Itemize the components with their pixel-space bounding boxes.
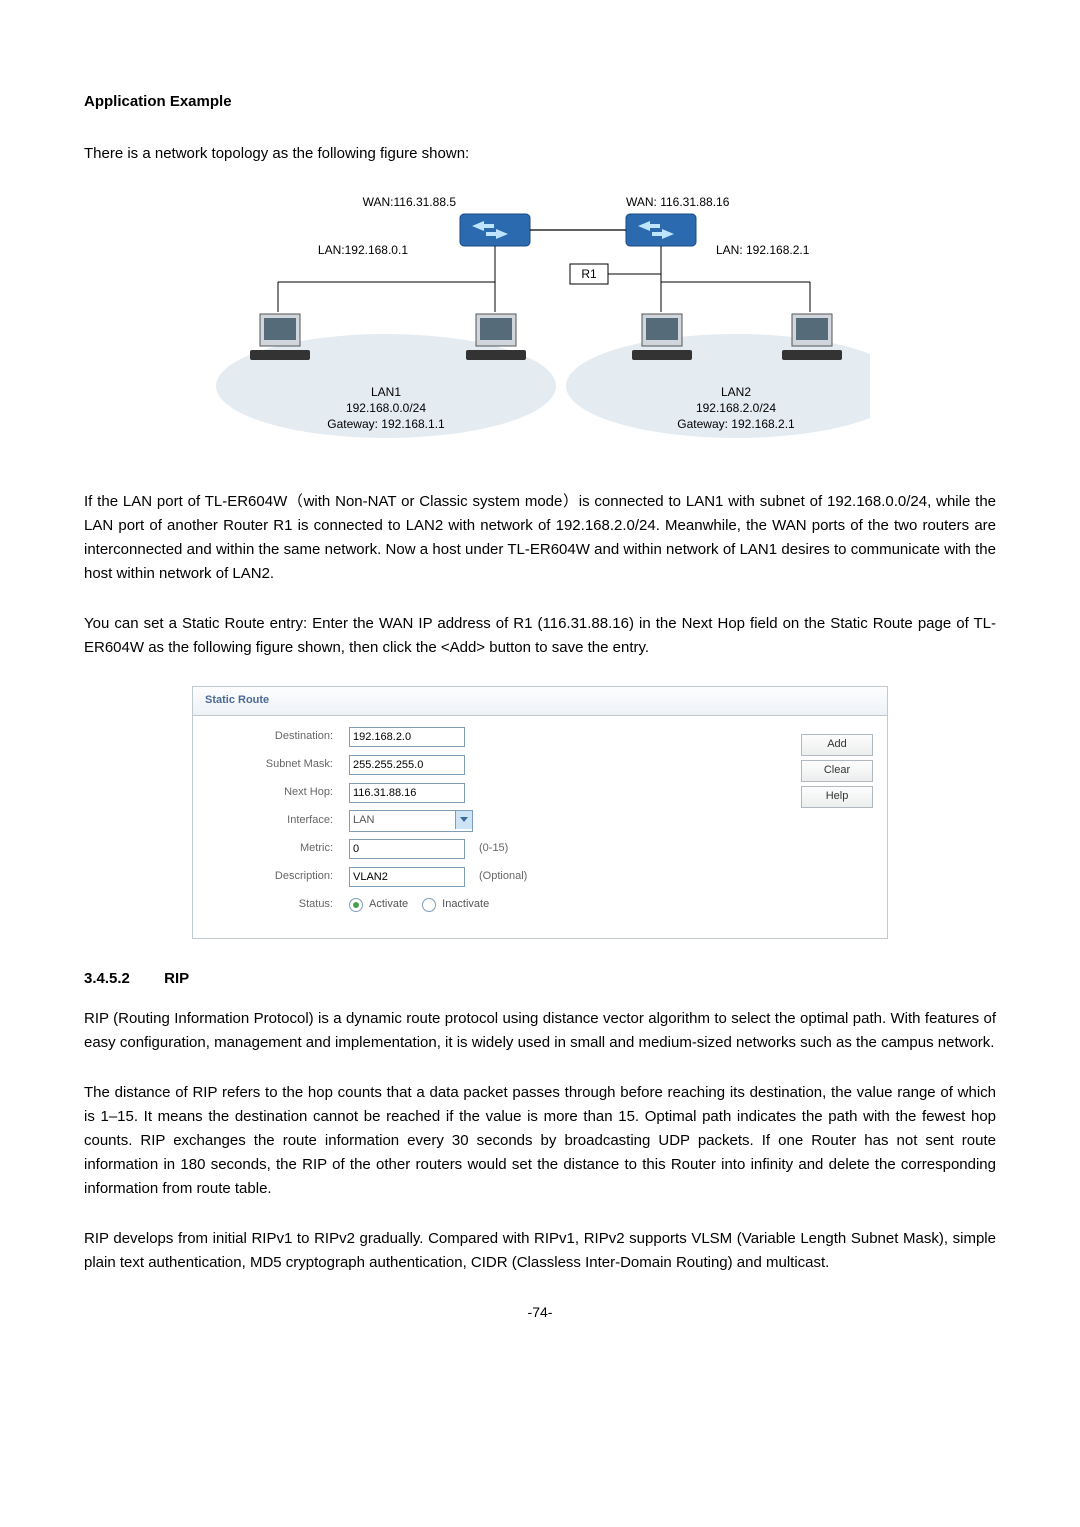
destination-input[interactable]: [349, 727, 465, 747]
nexthop-input[interactable]: [349, 783, 465, 803]
clear-button[interactable]: Clear: [801, 760, 873, 782]
pc-icon: [250, 314, 310, 360]
chevron-down-icon: [455, 811, 472, 829]
description-label: Description:: [233, 868, 349, 886]
status-activate-radio[interactable]: Activate: [349, 896, 408, 914]
wan-left-label: WAN:116.31.88.5: [363, 195, 457, 209]
r1-label: R1: [581, 267, 597, 281]
paragraph-1: If the LAN port of TL-ER604W（with Non-NA…: [84, 490, 996, 586]
intro-text: There is a network topology as the follo…: [84, 142, 996, 166]
lan2-net: 192.168.2.0/24: [696, 401, 776, 415]
metric-input[interactable]: [349, 839, 465, 859]
description-input[interactable]: [349, 867, 465, 887]
inactivate-radio-label: Inactivate: [442, 896, 489, 914]
description-hint: (Optional): [479, 868, 527, 886]
lan2-gw: Gateway: 192.168.2.1: [677, 417, 795, 431]
panel-title: Static Route: [193, 687, 887, 716]
lan1-net: 192.168.0.0/24: [346, 401, 426, 415]
lan-right-label: LAN: 192.168.2.1: [716, 243, 810, 257]
rip-paragraph-3: RIP develops from initial RIPv1 to RIPv2…: [84, 1227, 996, 1275]
metric-label: Metric:: [233, 840, 349, 858]
interface-label: Interface:: [233, 812, 349, 830]
nexthop-label: Next Hop:: [233, 784, 349, 802]
add-button[interactable]: Add: [801, 734, 873, 756]
router-left-icon: [460, 214, 530, 246]
activate-radio-label: Activate: [369, 896, 408, 914]
pc-icon: [466, 314, 526, 360]
network-topology-diagram: WAN:116.31.88.5 WAN: 116.31.88.16 LAN:19…: [210, 192, 870, 460]
rip-paragraph-1: RIP (Routing Information Protocol) is a …: [84, 1007, 996, 1055]
application-example-heading: Application Example: [84, 90, 996, 114]
page-number: -74-: [84, 1301, 996, 1323]
lan1-gw: Gateway: 192.168.1.1: [327, 417, 445, 431]
section-number: 3.4.5.2: [84, 967, 160, 991]
help-button[interactable]: Help: [801, 786, 873, 808]
lan1-name: LAN1: [371, 385, 401, 399]
section-title: RIP: [164, 970, 189, 987]
router-right-icon: [626, 214, 696, 246]
lan-left-label: LAN:192.168.0.1: [318, 243, 408, 257]
subnet-label: Subnet Mask:: [233, 756, 349, 774]
rip-paragraph-2: The distance of RIP refers to the hop co…: [84, 1081, 996, 1201]
wan-right-label: WAN: 116.31.88.16: [626, 195, 730, 209]
paragraph-2: You can set a Static Route entry: Enter …: [84, 612, 996, 660]
subnet-input[interactable]: [349, 755, 465, 775]
section-heading: 3.4.5.2 RIP: [84, 967, 996, 991]
status-inactivate-radio[interactable]: Inactivate: [422, 896, 489, 914]
static-route-panel: Static Route Destination: Subnet Mask: N…: [192, 686, 888, 939]
destination-label: Destination:: [233, 728, 349, 746]
interface-select[interactable]: LAN: [349, 810, 473, 832]
lan2-name: LAN2: [721, 385, 751, 399]
metric-hint: (0-15): [479, 840, 508, 858]
interface-select-value: LAN: [353, 812, 374, 830]
status-label: Status:: [233, 896, 349, 914]
